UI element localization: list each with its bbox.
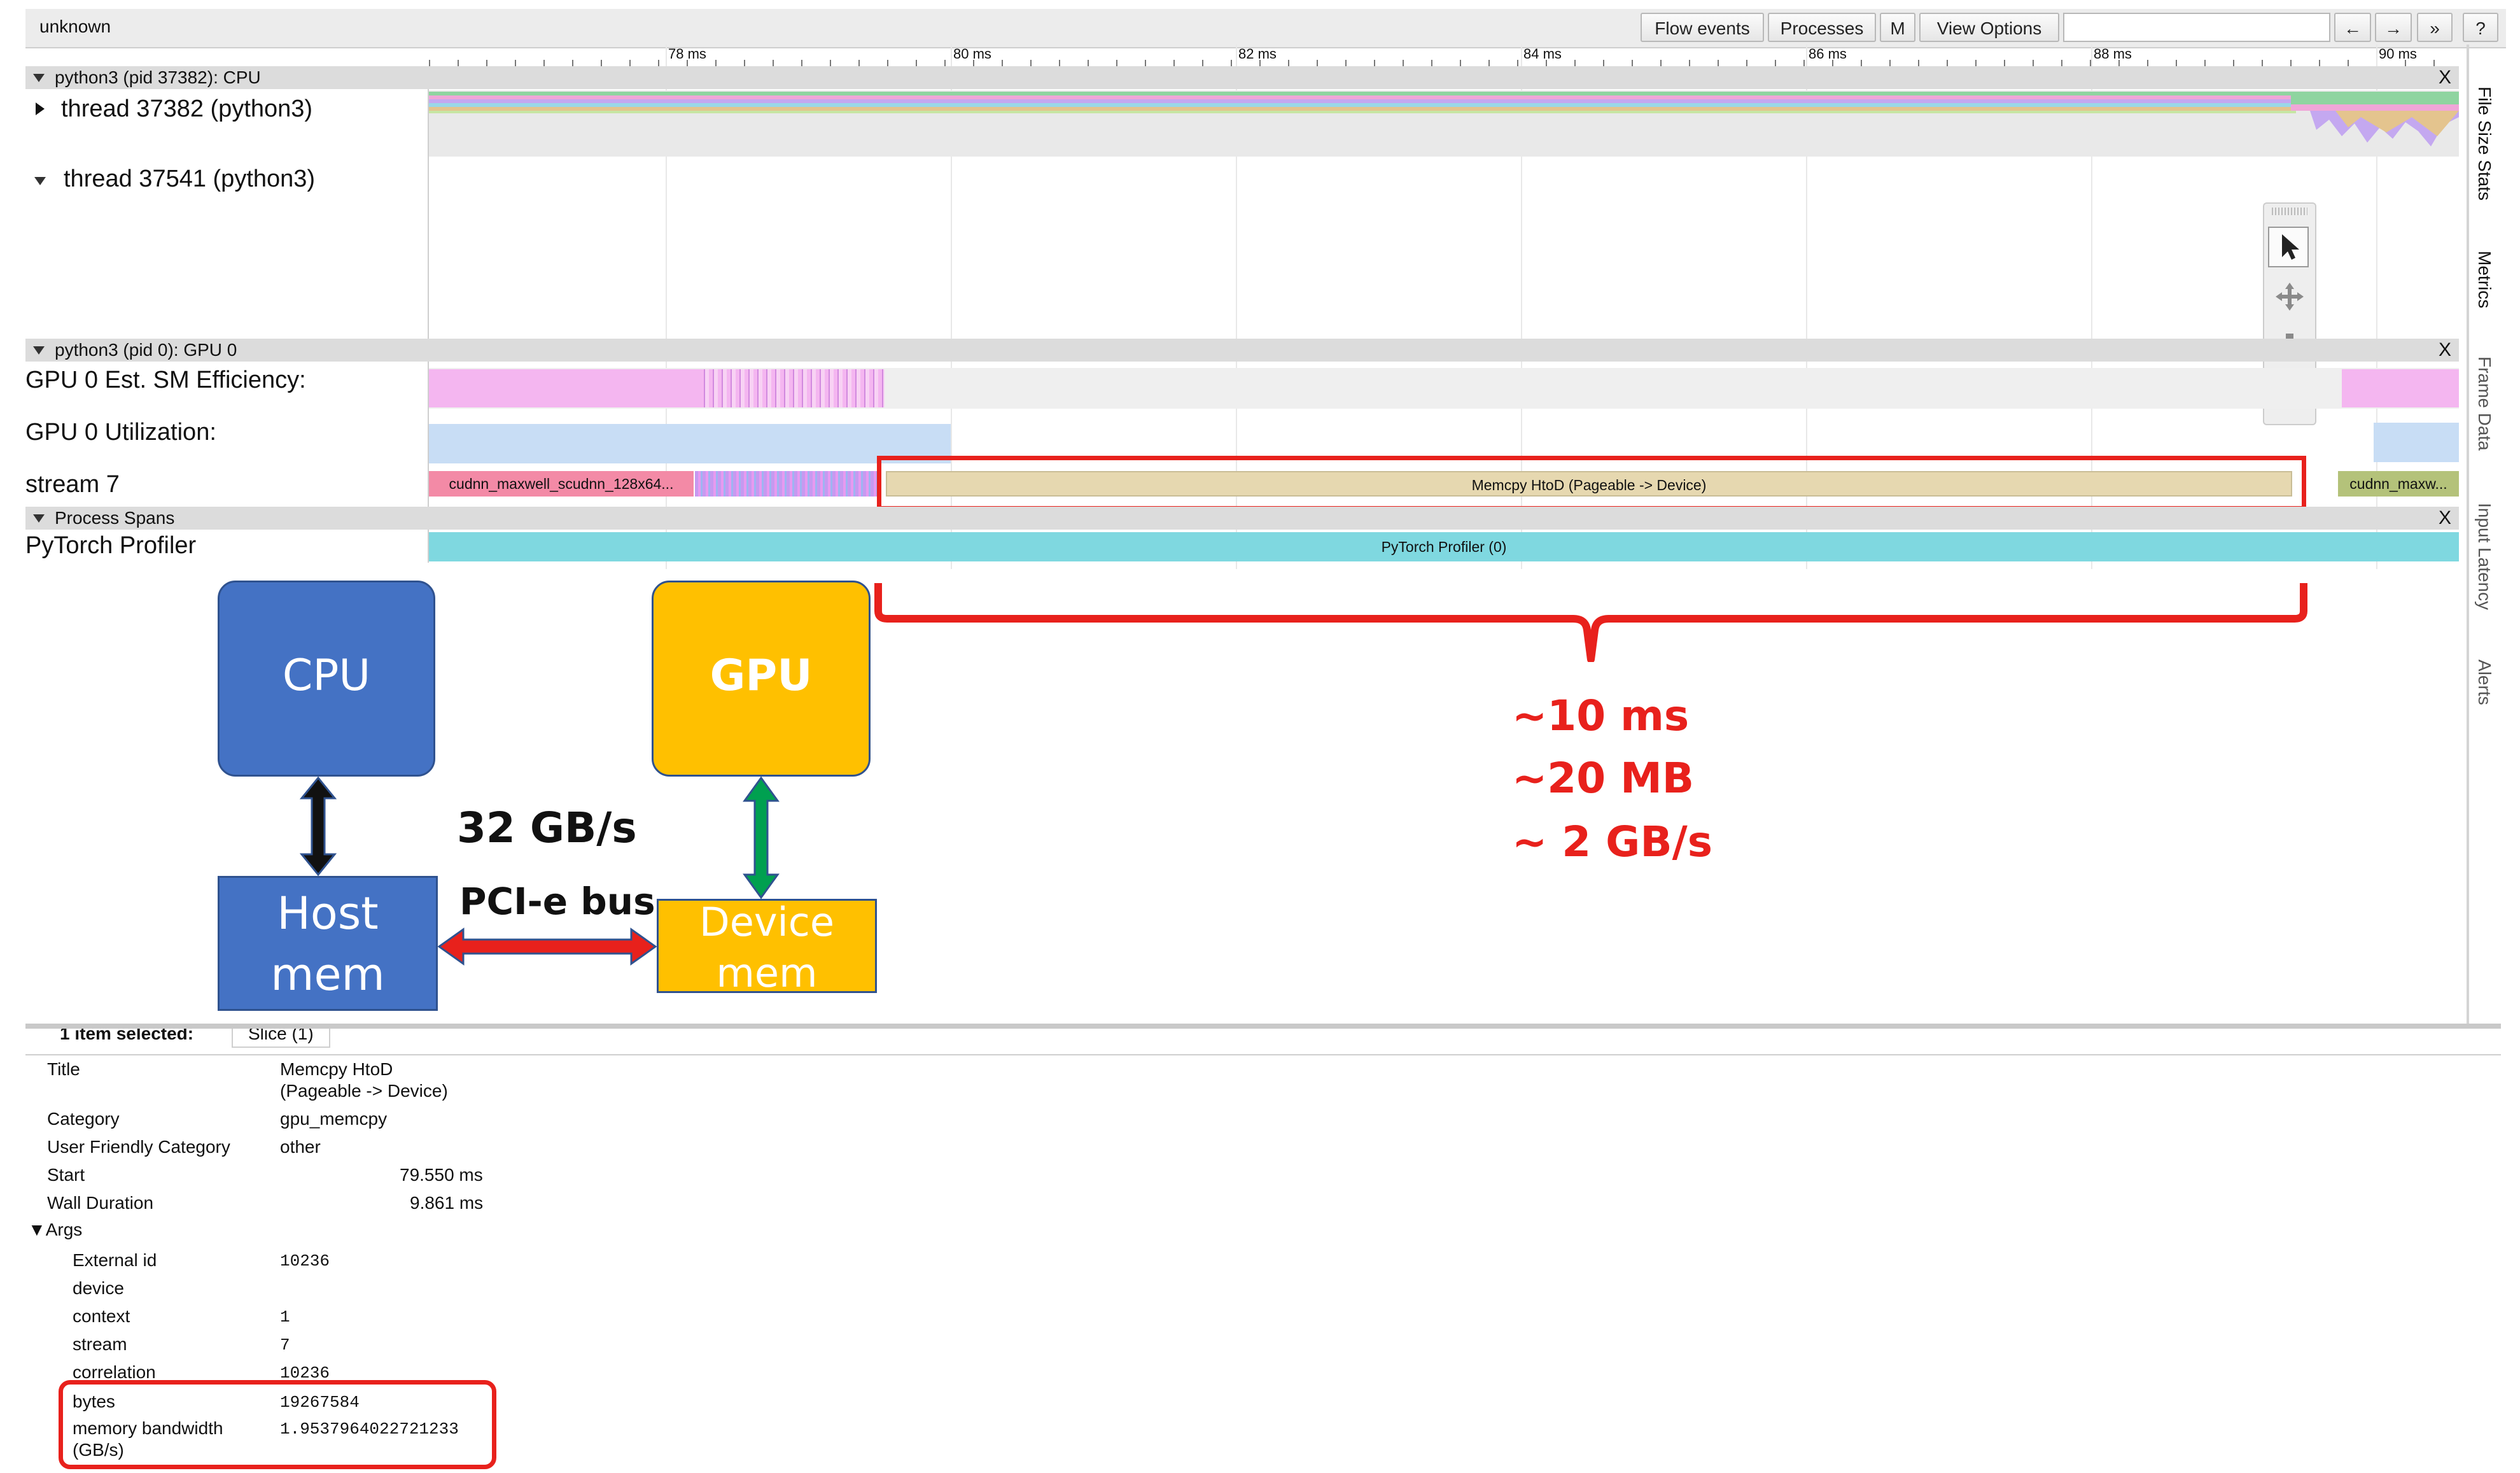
- arg-value: 1: [280, 1307, 290, 1327]
- utilization-bar: [2374, 423, 2459, 462]
- thread-37382-label[interactable]: thread 37382 (python3): [61, 95, 312, 123]
- stream-7-label: stream 7: [25, 471, 120, 498]
- field-value: 9.861 ms: [410, 1193, 484, 1213]
- gpu-devmem-arrow: [743, 777, 780, 899]
- collapse-triangle-icon[interactable]: [33, 74, 45, 82]
- host-mem-label: Host: [277, 887, 379, 940]
- gpu-group-header[interactable]: python3 (pid 0): GPU 0 X: [25, 339, 2459, 362]
- tab-selection-summary[interactable]: 1 item selected:: [60, 1029, 193, 1044]
- arg-key: context: [73, 1306, 130, 1326]
- expand-triangle-icon[interactable]: [36, 102, 45, 115]
- tick-label: 78 ms: [668, 46, 706, 62]
- ruler-minor-ticks: [429, 60, 2459, 66]
- process-spans-header[interactable]: Process Spans X: [25, 507, 2459, 530]
- duration-brace: [874, 583, 2307, 662]
- field-key: Start: [47, 1165, 85, 1185]
- pcie-bus-label: PCI-e bus: [459, 880, 655, 923]
- cudnn-kernel-slice[interactable]: cudnn_maxw...: [2338, 471, 2459, 497]
- cpu-label: CPU: [282, 651, 371, 701]
- arg-value: 10236: [280, 1251, 330, 1271]
- field-value: gpu_memcpy: [280, 1109, 388, 1129]
- bandwidth-label: 32 GB/s: [457, 803, 637, 852]
- kernel-bursts: [695, 471, 879, 497]
- pcie-bus-arrow: [438, 927, 657, 966]
- details-tab-bar: 1 item selected: Slice (1): [25, 1029, 2501, 1055]
- close-icon[interactable]: X: [2439, 66, 2451, 89]
- side-panel-divider: [2467, 45, 2469, 1025]
- annotation-size: ~20 MB: [1512, 754, 1695, 803]
- cpu-group-header[interactable]: python3 (pid 37382): CPU X: [25, 66, 2459, 89]
- tab-input-latency[interactable]: Input Latency: [2474, 503, 2495, 610]
- pointer-icon: [2282, 234, 2299, 260]
- field-value: other: [280, 1137, 321, 1157]
- bytes-highlight-box: [59, 1380, 496, 1469]
- field-key: Wall Duration: [47, 1193, 154, 1213]
- close-icon[interactable]: X: [2439, 507, 2451, 530]
- field-key: Category: [47, 1109, 120, 1129]
- arg-key: device: [73, 1278, 124, 1298]
- tab-file-size-stats[interactable]: File Size Stats: [2474, 87, 2495, 201]
- cudnn-kernel-slice[interactable]: cudnn_maxwell_scudnn_128x64...: [429, 471, 694, 497]
- pan-icon[interactable]: [2271, 278, 2309, 316]
- view-options-button[interactable]: View Options: [1919, 13, 2059, 42]
- tick-label: 90 ms: [2379, 46, 2417, 62]
- gpu-label: GPU: [710, 651, 813, 701]
- cpu-activity-stripes: [429, 92, 2296, 113]
- field-key: User Friendly Category: [47, 1137, 230, 1157]
- sm-efficiency-bar: [2342, 369, 2459, 407]
- tick-label: 80 ms: [953, 46, 991, 62]
- memcpy-highlight-box: [877, 456, 2306, 511]
- sm-efficiency-label: GPU 0 Est. SM Efficiency:: [25, 367, 306, 393]
- tick-label: 84 ms: [1523, 46, 1562, 62]
- panel-splitter[interactable]: [25, 1024, 2501, 1029]
- tick-label: 82 ms: [1238, 46, 1277, 62]
- collapse-triangle-icon[interactable]: [33, 346, 45, 355]
- field-value: 79.550 ms: [400, 1165, 483, 1185]
- tab-metrics[interactable]: Metrics: [2474, 251, 2495, 308]
- previous-button[interactable]: ←: [2334, 13, 2371, 42]
- arg-key: stream: [73, 1334, 127, 1354]
- field-value: Memcpy HtoD: [280, 1059, 393, 1079]
- pytorch-profiler-span[interactable]: PyTorch Profiler (0): [429, 532, 2459, 561]
- collapse-triangle-icon[interactable]: [33, 514, 45, 523]
- thread-37541-label[interactable]: thread 37541 (python3): [64, 166, 315, 193]
- collapse-triangle-icon[interactable]: [34, 177, 46, 185]
- next-button[interactable]: →: [2375, 13, 2412, 42]
- search-input[interactable]: [2063, 13, 2330, 42]
- host-mem-label: mem: [270, 948, 385, 1001]
- tab-alerts[interactable]: Alerts: [2474, 659, 2495, 705]
- arg-key: External id: [73, 1250, 157, 1270]
- sm-efficiency-bursts: [700, 369, 885, 407]
- tab-slice[interactable]: Slice (1): [232, 1029, 330, 1048]
- selection-mode-button[interactable]: [2268, 227, 2309, 267]
- sm-efficiency-bar: [429, 369, 700, 407]
- field-key: Title: [47, 1059, 80, 1079]
- arg-value: 7: [280, 1336, 290, 1355]
- cpu-hostmem-arrow: [299, 777, 337, 876]
- cpu-activity-tail: [2291, 92, 2459, 146]
- close-icon[interactable]: X: [2439, 339, 2451, 362]
- device-mem-label: Device: [699, 899, 835, 945]
- more-button[interactable]: »: [2417, 13, 2453, 42]
- field-value: (Pageable -> Device): [280, 1081, 448, 1101]
- pytorch-profiler-label: PyTorch Profiler: [25, 532, 197, 559]
- flow-events-button[interactable]: Flow events: [1641, 13, 1764, 42]
- window-title: unknown: [39, 17, 111, 36]
- tick-label: 86 ms: [1809, 46, 1847, 62]
- palette-grip[interactable]: [2272, 208, 2307, 215]
- tab-frame-data[interactable]: Frame Data: [2474, 356, 2495, 451]
- device-mem-label: mem: [716, 950, 818, 996]
- m-button[interactable]: M: [1880, 13, 1915, 42]
- utilization-bar: [429, 424, 951, 463]
- processes-button[interactable]: Processes: [1768, 13, 1876, 42]
- annotation-duration: ~10 ms: [1512, 691, 1690, 740]
- annotation-bandwidth: ~ 2 GB/s: [1512, 817, 1713, 866]
- args-toggle[interactable]: ▼Args: [28, 1220, 82, 1240]
- tick-label: 88 ms: [2094, 46, 2132, 62]
- help-button[interactable]: ?: [2463, 13, 2498, 42]
- gpu-utilization-label: GPU 0 Utilization:: [25, 419, 216, 446]
